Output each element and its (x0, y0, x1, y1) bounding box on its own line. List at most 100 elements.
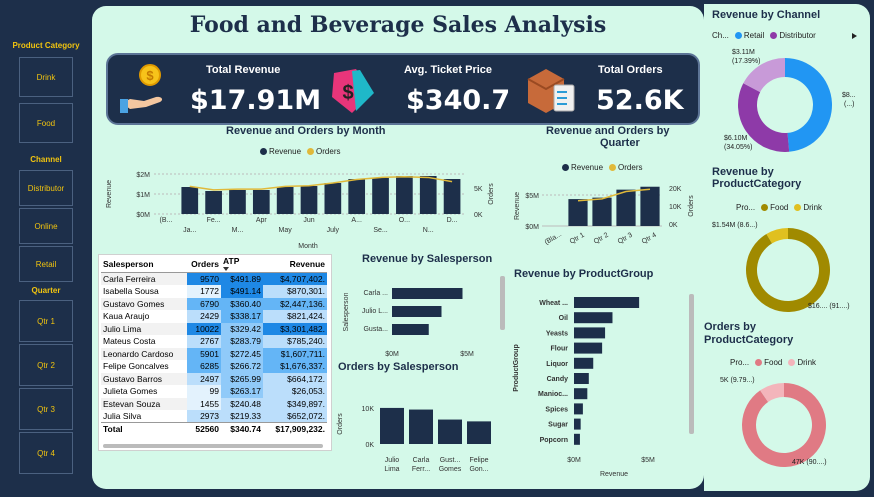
x-tick-label-line2: Ferr... (412, 466, 430, 473)
legend-next-icon[interactable] (852, 33, 857, 39)
slicer-drink[interactable]: Drink (19, 57, 73, 97)
total-cell: $17,909,232. (263, 422, 327, 435)
product-group-scrollbar[interactable] (689, 294, 694, 434)
bar-revenue (392, 288, 463, 299)
rev-salesperson-scrollbar[interactable] (500, 276, 505, 330)
money-hand-icon: $ (120, 64, 163, 113)
kpi-total-revenue-label: Total Revenue (206, 64, 281, 76)
kpi-total-orders-value: 52.6K (596, 85, 684, 116)
x-tick-label: (B... (160, 217, 173, 224)
x-tick-label: July (327, 227, 340, 234)
table-row[interactable]: Estevan Souza 1455 $240.48 $349,897. (101, 397, 327, 410)
slicer-panel: Product Category Drink Food Channel Dist… (0, 0, 92, 497)
table-header-row: Salesperson Orders ATP Revenue (101, 255, 327, 273)
x-tick-label-line2: Gon... (469, 466, 488, 473)
category-donut-title-2: ProductCategory (712, 178, 802, 190)
cell-atp: $491.89 (221, 272, 263, 285)
bar-revenue (574, 342, 603, 354)
slicer-qtr3[interactable]: Qtr 3 (19, 388, 73, 430)
cell-orders: 6285 (187, 360, 221, 373)
col-orders[interactable]: Orders (187, 255, 221, 273)
sort-desc-icon (223, 267, 229, 271)
y-axis-label: Revenue (106, 180, 113, 208)
slicer-distributor[interactable]: Distributor (19, 170, 73, 206)
legend-distributor[interactable]: Distributor (770, 31, 816, 40)
product-group-title: Revenue by ProductGroup (514, 268, 654, 280)
slicer-qtr1[interactable]: Qtr 1 (19, 300, 73, 342)
cell-revenue: $652,072. (263, 410, 327, 423)
col-atp[interactable]: ATP (221, 255, 263, 273)
bar-revenue (252, 190, 270, 214)
y2-tick-label: 0K (669, 222, 678, 229)
channel-donut[interactable] (738, 58, 832, 152)
table-row[interactable]: Julieta Gomes 99 $263.17 $26,053. (101, 385, 327, 398)
total-cell: $340.74 (221, 422, 263, 435)
category-donut[interactable] (746, 228, 830, 312)
table-row[interactable]: Felipe Goncalves 6285 $266.72 $1,676,337. (101, 360, 327, 373)
bar-orders (438, 419, 462, 444)
x-tick-label: Se... (373, 227, 387, 234)
cell-atp: $360.40 (221, 297, 263, 310)
bar-revenue (348, 179, 366, 214)
orders-category-donut[interactable] (742, 383, 826, 467)
month-combo-chart[interactable]: $2M $1M $0M Revenue 5K 0K Orders (B... Ja... Fe..… (102, 156, 502, 251)
cell-orders: 2767 (187, 335, 221, 348)
y-axis-label: Salesperson (343, 292, 350, 331)
legend-retail[interactable]: Retail (734, 31, 764, 40)
y2-tick-label: 5K (474, 186, 483, 193)
orders-salesperson-chart[interactable]: Orders 10K 0K Julio Lima Carla Ferr... Gust... G… (334, 394, 514, 480)
rev-salesperson-chart[interactable]: Salesperson Carla ... Julio L... Gusta... $0… (342, 274, 512, 358)
salesperson-grid: Salesperson Orders ATP Revenue Carla Fer… (101, 255, 327, 435)
x-tick-label: Qtr 3 (617, 232, 634, 246)
table-row[interactable]: Kaua Araujo 2429 $338.17 $821,424. (101, 310, 327, 323)
y-tick-label: $5M (525, 193, 539, 200)
cell-salesperson: Gustavo Gomes (101, 297, 187, 310)
x-tick-label: Carla (413, 457, 430, 464)
category-legend-prefix: Pro... (736, 203, 756, 212)
cell-salesperson: Carla Ferreira (101, 272, 187, 285)
legend-drink[interactable]: Drink (794, 203, 822, 212)
table-row[interactable]: Julio Lima 10022 $329.42 $3,301,482. (101, 322, 327, 335)
cell-salesperson: Gustavo Barros (101, 372, 187, 385)
legend-orders-drink[interactable]: Drink (788, 358, 816, 367)
table-row[interactable]: Gustavo Barros 2497 $265.99 $664,172. (101, 372, 327, 385)
quarter-chart-legend: Revenue Orders (562, 163, 642, 172)
table-row[interactable]: Gustavo Gomes 6790 $360.40 $2,447,136. (101, 297, 327, 310)
bar-revenue (574, 433, 580, 445)
legend-orders-food[interactable]: Food (755, 358, 782, 367)
slicer-online[interactable]: Online (19, 208, 73, 244)
table-row[interactable]: Mateus Costa 2767 $283.79 $785,240. (101, 335, 327, 348)
channel-donut-title: Revenue by Channel (712, 9, 821, 21)
slicer-qtr2[interactable]: Qtr 2 (19, 344, 73, 386)
legend-food[interactable]: Food (761, 203, 788, 212)
table-row[interactable]: Julia Silva 2973 $219.33 $652,072. (101, 410, 327, 423)
slicer-qtr4[interactable]: Qtr 4 (19, 432, 73, 474)
bar-revenue (300, 186, 318, 214)
month-chart-title: Revenue and Orders by Month (226, 125, 386, 137)
channel-label-online-pct: (17.39%) (732, 58, 761, 65)
table-row[interactable]: Carla Ferreira 9570 $491.89 $4,707,402. (101, 272, 327, 285)
cell-orders: 6790 (187, 297, 221, 310)
x-tick-label: Jun (303, 217, 314, 224)
cell-salesperson: Julio Lima (101, 322, 187, 335)
col-revenue[interactable]: Revenue (263, 255, 327, 273)
slice-retail (785, 58, 832, 152)
cell-orders: 5901 (187, 347, 221, 360)
y-axis-label: Orders (337, 413, 344, 435)
table-scrollbar[interactable] (103, 444, 323, 448)
legend-revenue: Revenue (260, 147, 301, 156)
product-group-chart[interactable]: ProductGroup Wheat ... Oil Yeasts Flour Liquo… (512, 290, 698, 480)
table-row[interactable]: Isabella Sousa 1772 $491.14 $870,301. (101, 285, 327, 298)
slicer-food[interactable]: Food (19, 103, 73, 143)
legend-revenue-label: Revenue (269, 147, 302, 156)
bar-orders (409, 409, 433, 444)
x-tick-label: Ja... (183, 227, 196, 234)
slicer-retail[interactable]: Retail (19, 246, 73, 282)
quarter-combo-chart[interactable]: $5M $0M Revenue 20K 10K 0K Orders (Bla... Qtr 1 Q… (512, 174, 698, 252)
col-salesperson[interactable]: Salesperson (101, 255, 187, 273)
y-tick-label: $1M (136, 192, 150, 199)
cell-salesperson: Leonardo Cardoso (101, 347, 187, 360)
bar-revenue (181, 187, 199, 214)
cell-salesperson: Julieta Gomes (101, 385, 187, 398)
table-row[interactable]: Leonardo Cardoso 5901 $272.45 $1,607,711. (101, 347, 327, 360)
